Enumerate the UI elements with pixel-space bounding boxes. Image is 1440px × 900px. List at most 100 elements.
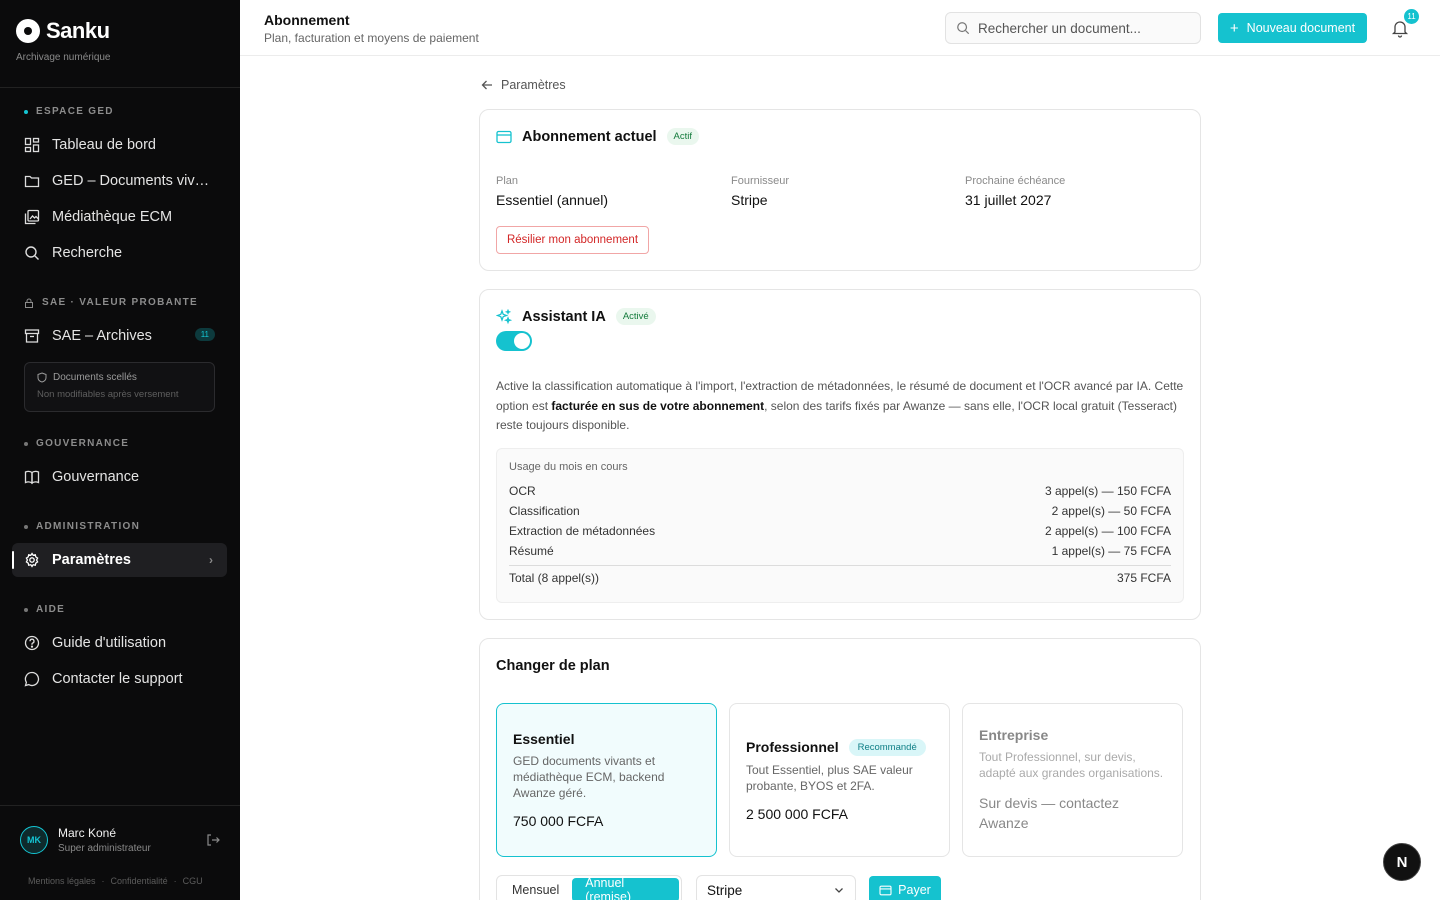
- plan-entreprise: Entreprise Tout Professionnel, sur devis…: [962, 703, 1183, 857]
- period-annual-option[interactable]: Annuel (remise): [572, 876, 679, 900]
- brand-subtitle: Archivage numérique: [16, 52, 111, 63]
- avatar: MK: [20, 826, 48, 854]
- usage-row: OCR 3 appel(s) — 150 FCFA: [509, 484, 1171, 498]
- separator: ·: [101, 876, 105, 886]
- plan-name: Entreprise: [979, 727, 1049, 743]
- plan-name: Professionnel: [746, 739, 839, 755]
- section-aide: AIDE: [24, 604, 65, 615]
- count-badge: 11: [194, 328, 215, 341]
- plan-professionnel[interactable]: Professionnel Recommandé Tout Essentiel, …: [729, 703, 950, 857]
- field-value: Essentiel (annuel): [496, 192, 609, 208]
- search-input[interactable]: [978, 20, 1193, 36]
- sidebar-item-recherche[interactable]: Recherche: [12, 236, 227, 270]
- plan-options: Essentiel GED documents vivants et média…: [496, 703, 1183, 857]
- credit-card-icon: [879, 885, 892, 895]
- lock-icon: [25, 298, 33, 308]
- sidebar-item-label: GED – Documents vivants: [52, 173, 212, 189]
- sidebar-item-gouvernance[interactable]: Gouvernance: [12, 460, 227, 494]
- section-dot-icon: [24, 441, 28, 446]
- search-icon: [25, 246, 39, 260]
- field-label: Prochaine échéance: [965, 175, 1066, 187]
- usage-title: Usage du mois en cours: [509, 461, 628, 473]
- sidebar-item-dashboard[interactable]: Tableau de bord: [12, 128, 227, 162]
- plan-name: Essentiel: [513, 731, 575, 747]
- section-sae: SAE · VALEUR PROBANTE: [24, 297, 198, 308]
- logout-icon[interactable]: [206, 833, 220, 847]
- sidebar-item-ged-documents[interactable]: GED – Documents vivants: [12, 164, 227, 198]
- sidebar-item-label: Tableau de bord: [52, 137, 156, 153]
- pay-button[interactable]: Payer: [869, 876, 941, 900]
- sidebar-item-label: Recherche: [52, 245, 123, 261]
- user-profile[interactable]: MK Marc Koné Super administrateur: [20, 826, 220, 854]
- archive-icon: [24, 329, 40, 343]
- cancel-subscription-button[interactable]: Résilier mon abonnement: [496, 226, 649, 254]
- sidebar-item-sae-archives[interactable]: SAE – Archives 11: [12, 319, 227, 353]
- card-title: Assistant IA: [522, 308, 606, 325]
- usage-row: Extraction de métadonnées 2 appel(s) — 10…: [509, 524, 1171, 538]
- billing-period-toggle: Mensuel Annuel (remise): [496, 875, 682, 900]
- privacy-link[interactable]: Confidentialité: [111, 876, 168, 886]
- usage-row: Classification 2 appel(s) — 50 FCFA: [509, 504, 1171, 518]
- back-link-label: Paramètres: [501, 78, 566, 92]
- status-badge: Actif: [666, 128, 700, 145]
- page-title: Abonnement: [264, 12, 350, 28]
- sidebar-item-mediatheque[interactable]: Médiathèque ECM: [12, 200, 227, 234]
- field-value: Stripe: [731, 192, 768, 208]
- gear-icon: [25, 552, 39, 568]
- plan-field: Plan Essentiel (annuel): [496, 175, 608, 208]
- notification-badge: 11: [1404, 9, 1419, 24]
- new-document-label: Nouveau document: [1246, 21, 1356, 35]
- section-administration: ADMINISTRATION: [24, 521, 140, 532]
- ai-description: Active la classification automatique à l…: [496, 379, 1184, 432]
- field-value: 31 juillet 2027: [965, 192, 1052, 208]
- sealed-subtitle: Non modifiables après versement: [37, 389, 179, 400]
- footer-links: Mentions légales · Confidentialité · CGU: [28, 876, 203, 886]
- period-monthly-option[interactable]: Mensuel: [499, 878, 572, 900]
- sidebar-item-label: Gouvernance: [52, 469, 140, 485]
- chevron-right-icon: ›: [209, 553, 213, 567]
- sidebar-divider: [0, 87, 240, 88]
- back-link[interactable]: Paramètres: [481, 78, 566, 92]
- shield-icon: [37, 372, 47, 383]
- images-icon: [24, 209, 40, 225]
- chevron-down-icon: [835, 888, 843, 893]
- brand[interactable]: Sanku Archivage numérique: [16, 18, 111, 63]
- section-gouvernance: GOUVERNANCE: [24, 438, 129, 449]
- section-dot-icon: [24, 109, 28, 114]
- plan-description: GED documents vivants et médiathèque ECM…: [513, 754, 665, 800]
- change-plan-card: Changer de plan Essentiel GED documents …: [479, 638, 1201, 900]
- separator: ·: [173, 876, 177, 886]
- pay-label: Payer: [898, 883, 931, 897]
- cgu-link[interactable]: CGU: [183, 876, 203, 886]
- plan-description: Tout Professionnel, sur devis, adapté au…: [979, 750, 1164, 780]
- brand-name: Sanku: [46, 18, 110, 43]
- search-box[interactable]: [945, 12, 1201, 44]
- provider-field: Fournisseur Stripe: [731, 175, 789, 208]
- sidebar-item-guide[interactable]: Guide d'utilisation: [12, 626, 227, 660]
- page-subtitle: Plan, facturation et moyens de paiement: [264, 31, 479, 45]
- sidebar-item-support[interactable]: Contacter le support: [12, 662, 227, 696]
- book-icon: [24, 470, 40, 485]
- current-subscription-card: Abonnement actuel Actif Plan Essentiel (…: [479, 109, 1201, 271]
- sidebar-item-label: SAE – Archives: [52, 328, 152, 344]
- ai-assistant-card: Assistant IA Activé Active la classifica…: [479, 289, 1201, 620]
- sidebar-item-label: Contacter le support: [52, 671, 183, 687]
- plus-icon: +: [1229, 19, 1239, 37]
- sidebar-item-parametres[interactable]: Paramètres ›: [12, 543, 227, 577]
- plan-essentiel[interactable]: Essentiel GED documents vivants et média…: [496, 703, 717, 857]
- new-document-button[interactable]: + Nouveau document: [1218, 13, 1367, 43]
- plan-price: 2 500 000 FCFA: [746, 805, 848, 822]
- field-label: Fournisseur: [731, 175, 790, 187]
- sidebar-item-label: Paramètres: [52, 552, 131, 568]
- credit-card-icon: [496, 130, 512, 143]
- ai-assistant-toggle[interactable]: [496, 331, 532, 351]
- legal-link[interactable]: Mentions légales: [28, 876, 96, 886]
- payment-provider-select[interactable]: Stripe: [696, 875, 856, 900]
- sealed-documents-info: Documents scellés Non modifiables après …: [24, 362, 215, 412]
- usage-total-row: Total (8 appel(s)) 375 FCFA: [509, 565, 1171, 585]
- floating-action-button[interactable]: N: [1383, 843, 1421, 881]
- help-icon: [24, 635, 40, 651]
- select-value: Stripe: [707, 882, 743, 898]
- section-dot-icon: [24, 607, 28, 612]
- sidebar-item-label: Guide d'utilisation: [52, 635, 167, 651]
